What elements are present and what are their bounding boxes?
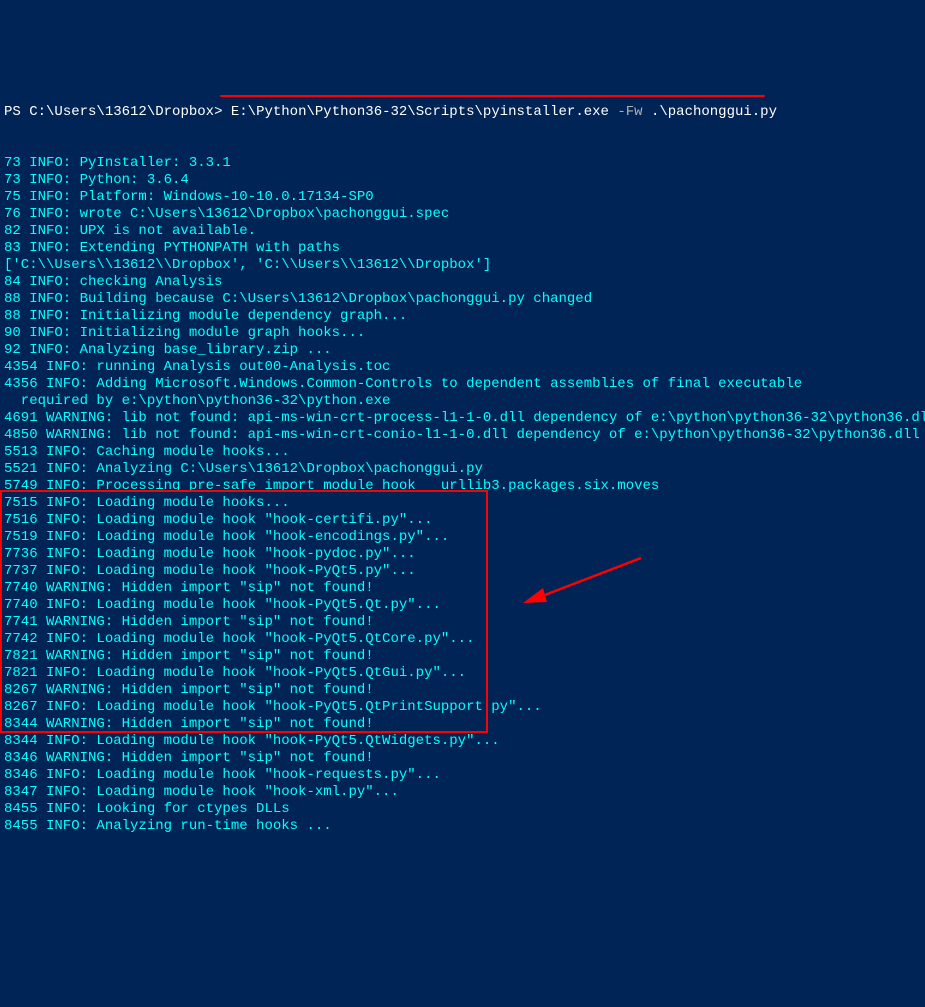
- command-exe: E:\Python\Python36-32\Scripts\pyinstalle…: [231, 104, 609, 120]
- output-line: 76 INFO: wrote C:\Users\13612\Dropbox\pa…: [4, 206, 921, 223]
- output-line: 8455 INFO: Looking for ctypes DLLs: [4, 801, 921, 818]
- output-line: 7741 WARNING: Hidden import "sip" not fo…: [4, 614, 921, 631]
- output-line: 73 INFO: PyInstaller: 3.3.1: [4, 155, 921, 172]
- output-line: 7737 INFO: Loading module hook "hook-PyQ…: [4, 563, 921, 580]
- output-line: 7519 INFO: Loading module hook "hook-enc…: [4, 529, 921, 546]
- output-line: 4850 WARNING: lib not found: api-ms-win-…: [4, 427, 921, 444]
- output-line: 7821 WARNING: Hidden import "sip" not fo…: [4, 648, 921, 665]
- output-line: 5521 INFO: Analyzing C:\Users\13612\Drop…: [4, 461, 921, 478]
- output-line: 75 INFO: Platform: Windows-10-10.0.17134…: [4, 189, 921, 206]
- output-line: 7515 INFO: Loading module hooks...: [4, 495, 921, 512]
- output-line: 90 INFO: Initializing module graph hooks…: [4, 325, 921, 342]
- output-line: 84 INFO: checking Analysis: [4, 274, 921, 291]
- command-arg: .\pachonggui.py: [651, 104, 777, 120]
- output-line: 7740 INFO: Loading module hook "hook-PyQ…: [4, 597, 921, 614]
- output-line: 4356 INFO: Adding Microsoft.Windows.Comm…: [4, 376, 921, 393]
- prompt-path: C:\Users\13612\Dropbox: [29, 104, 214, 120]
- output-line: 8267 WARNING: Hidden import "sip" not fo…: [4, 682, 921, 699]
- command-flag: -Fw: [617, 104, 642, 120]
- output-line: 73 INFO: Python: 3.6.4: [4, 172, 921, 189]
- output-line: 83 INFO: Extending PYTHONPATH with paths: [4, 240, 921, 257]
- output-line: 8455 INFO: Analyzing run-time hooks ...: [4, 818, 921, 835]
- output-line: 82 INFO: UPX is not available.: [4, 223, 921, 240]
- prompt-line: PS C:\Users\13612\Dropbox> E:\Python\Pyt…: [4, 104, 921, 121]
- output-line: 8347 INFO: Loading module hook "hook-xml…: [4, 784, 921, 801]
- terminal-output[interactable]: PS C:\Users\13612\Dropbox> E:\Python\Pyt…: [0, 68, 925, 922]
- output-line: 92 INFO: Analyzing base_library.zip ...: [4, 342, 921, 359]
- prompt-prefix: PS: [4, 104, 29, 120]
- output-line: 8346 WARNING: Hidden import "sip" not fo…: [4, 750, 921, 767]
- output-line: 7736 INFO: Loading module hook "hook-pyd…: [4, 546, 921, 563]
- output-line: 5749 INFO: Processing pre-safe import mo…: [4, 478, 921, 495]
- output-line: 7742 INFO: Loading module hook "hook-PyQ…: [4, 631, 921, 648]
- output-line: 7821 INFO: Loading module hook "hook-PyQ…: [4, 665, 921, 682]
- command-underline-annotation: [220, 95, 765, 97]
- prompt-sep: >: [214, 104, 231, 120]
- output-line: 8344 WARNING: Hidden import "sip" not fo…: [4, 716, 921, 733]
- output-line: 4691 WARNING: lib not found: api-ms-win-…: [4, 410, 921, 427]
- output-lines: 73 INFO: PyInstaller: 3.3.173 INFO: Pyth…: [4, 155, 921, 835]
- output-line: 8346 INFO: Loading module hook "hook-req…: [4, 767, 921, 784]
- output-line: required by e:\python\python36-32\python…: [4, 393, 921, 410]
- output-line: 88 INFO: Initializing module dependency …: [4, 308, 921, 325]
- output-line: 7516 INFO: Loading module hook "hook-cer…: [4, 512, 921, 529]
- output-line: 88 INFO: Building because C:\Users\13612…: [4, 291, 921, 308]
- output-line: 8344 INFO: Loading module hook "hook-PyQ…: [4, 733, 921, 750]
- output-line: 5513 INFO: Caching module hooks...: [4, 444, 921, 461]
- output-line: 8267 INFO: Loading module hook "hook-PyQ…: [4, 699, 921, 716]
- output-line: 4354 INFO: running Analysis out00-Analys…: [4, 359, 921, 376]
- output-line: ['C:\\Users\\13612\\Dropbox', 'C:\\Users…: [4, 257, 921, 274]
- output-line: 7740 WARNING: Hidden import "sip" not fo…: [4, 580, 921, 597]
